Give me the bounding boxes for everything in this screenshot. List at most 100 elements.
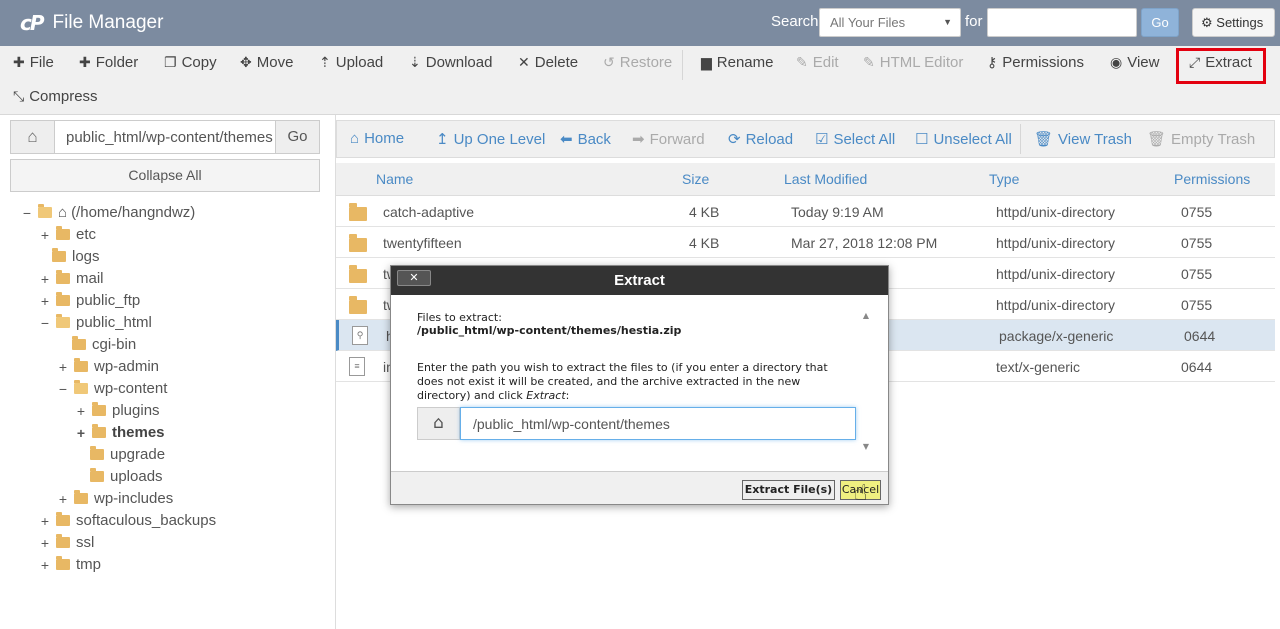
tree-item[interactable]: + public_ftp [40, 292, 140, 309]
delete-button[interactable]: ✕ Delete [518, 54, 578, 71]
empty-trash-button[interactable]: 🗑 Empty Trash [1147, 130, 1255, 148]
key-icon: ⚷ [987, 54, 998, 70]
expand-icon[interactable]: + [40, 227, 50, 243]
move-icon: ✥ [240, 54, 252, 70]
select-all-label: Select All [833, 131, 896, 148]
compress-button[interactable]: ⤡ Compress [13, 88, 98, 105]
extract-dialog: Extract ✕ Files to extract: /public_html… [390, 265, 889, 505]
brand[interactable]: cP File Manager [20, 11, 163, 35]
extract-files-button[interactable]: Extract File(s) [742, 480, 835, 500]
scroll-up-icon[interactable]: ▲ [860, 311, 872, 320]
column-last-modified[interactable]: Last Modified [784, 171, 867, 187]
home-icon: ⌂ [417, 407, 460, 440]
restore-button[interactable]: ↺ Restore [603, 54, 672, 71]
folder-icon [56, 512, 70, 526]
tree-item-label: public_ftp [76, 292, 141, 309]
tree-item[interactable]: uploads [90, 468, 163, 485]
path-input[interactable]: public_html/wp-content/themes [66, 129, 276, 146]
expand-icon[interactable]: + [58, 359, 68, 375]
expand-icon[interactable]: + [40, 293, 50, 309]
expand-icon[interactable]: + [76, 403, 86, 419]
copy-button[interactable]: ❐ Copy [164, 54, 217, 71]
scroll-down-icon[interactable]: ▼ [860, 442, 872, 451]
search-go-button[interactable]: Go [1141, 8, 1179, 37]
download-button[interactable]: ⇣ Download [409, 54, 492, 71]
tree-item[interactable]: − ⌂ (/home/hangndwz) [22, 204, 195, 221]
expand-icon[interactable]: + [40, 535, 50, 551]
table-row[interactable]: twentyfifteen 4 KB Mar 27, 2018 12:08 PM ht… [336, 227, 1275, 258]
new-folder-button[interactable]: ✚ Folder [79, 54, 138, 71]
home-icon[interactable]: ⌂ [11, 121, 55, 153]
dialog-close-button[interactable]: ✕ [397, 270, 431, 286]
collapse-icon[interactable]: − [22, 205, 32, 221]
cell-perms: 0755 [1181, 204, 1213, 220]
move-button[interactable]: ✥ Move [240, 54, 293, 71]
expand-icon[interactable]: + [76, 425, 86, 441]
tree-item[interactable]: + wp-admin [58, 358, 159, 375]
tree-item[interactable]: logs [52, 248, 100, 265]
collapse-icon[interactable]: − [58, 381, 68, 397]
expand-icon[interactable]: + [58, 491, 68, 507]
back-button[interactable]: ⬅ Back [560, 130, 611, 148]
tree-item[interactable]: + tmp [40, 556, 101, 573]
upload-button[interactable]: ⇡ Upload [319, 54, 383, 71]
compress-label: Compress [29, 88, 98, 105]
forward-label: Forward [649, 131, 705, 148]
expand-icon[interactable]: + [40, 271, 50, 287]
tree-item[interactable]: upgrade [90, 446, 165, 463]
table-row[interactable]: catch-adaptive 4 KB Today 9:19 AM httpd/uni… [336, 196, 1275, 227]
expand-icon[interactable]: + [40, 557, 50, 573]
edit-button[interactable]: ✎ Edit [796, 54, 839, 71]
trash-icon: 🗑 [1034, 131, 1054, 148]
collapse-icon[interactable]: − [40, 315, 50, 331]
column-name[interactable]: Name [376, 171, 413, 187]
view-trash-button[interactable]: 🗑 View Trash [1034, 130, 1132, 148]
collapse-all-button[interactable]: Collapse All [10, 159, 320, 192]
tree-item[interactable]: − public_html [40, 314, 152, 331]
select-all-button[interactable]: ☑ Select All [815, 130, 895, 148]
tree-item[interactable]: + wp-includes [58, 490, 173, 507]
folder-icon [92, 402, 106, 416]
toolbar: ✚ File ✚ Folder ❐ Copy ✥ Move ⇡ Upload ⇣ Downl… [0, 46, 1280, 115]
chevron-down-icon: ▼ [943, 17, 952, 27]
folder-icon [92, 424, 106, 438]
empty-trash-label: Empty Trash [1171, 131, 1256, 148]
view-button[interactable]: ◉ View [1110, 54, 1159, 71]
html-editor-button[interactable]: ✎ HTML Editor [863, 54, 963, 71]
expand-icon[interactable]: + [40, 513, 50, 529]
tree-item[interactable]: + ssl [40, 534, 94, 551]
plus-icon: ✚ [79, 54, 91, 70]
column-type[interactable]: Type [989, 171, 1019, 187]
tree-item[interactable]: + mail [40, 270, 104, 287]
folder-open-icon [56, 314, 70, 328]
tree-item[interactable]: + plugins [76, 402, 160, 419]
nav-home-button[interactable]: ⌂ Home [350, 130, 404, 147]
tree-item[interactable]: − wp-content [58, 380, 167, 397]
permissions-button[interactable]: ⚷ Permissions [987, 54, 1084, 71]
tree-item[interactable]: + softaculous_backups [40, 512, 216, 529]
rename-button[interactable]: ▆ Rename [701, 54, 773, 71]
unselect-all-label: Unselect All [933, 131, 1012, 148]
folder-icon [349, 265, 367, 283]
up-one-level-button[interactable]: ↥ Up One Level [436, 130, 545, 148]
extract-path-input[interactable] [460, 407, 856, 440]
dialog-scrollbar[interactable]: ▲ ▼ [860, 311, 872, 451]
forward-button[interactable]: ➡ Forward [632, 130, 705, 148]
tree-item[interactable]: + etc [40, 226, 96, 243]
path-go-button[interactable]: Go [275, 121, 319, 153]
column-permissions[interactable]: Permissions [1174, 171, 1250, 187]
settings-button[interactable]: ⚙ Settings [1192, 8, 1275, 37]
dialog-body: Files to extract: /public_html/wp-conten… [391, 295, 888, 471]
reload-button[interactable]: ⟳ Reload [728, 130, 793, 148]
search-label: Search [771, 13, 819, 30]
folder-icon [90, 446, 104, 460]
unselect-all-button[interactable]: ☐ Unselect All [915, 130, 1012, 148]
search-input[interactable] [987, 8, 1137, 37]
pencil-icon: ✎ [796, 54, 808, 70]
column-size[interactable]: Size [682, 171, 709, 187]
hand-cursor-icon: ☝ [854, 480, 868, 505]
tree-item[interactable]: cgi-bin [72, 336, 136, 353]
search-scope-select[interactable]: All Your Files ▼ [819, 8, 961, 37]
new-file-button[interactable]: ✚ File [13, 54, 54, 71]
tree-item[interactable]: + themes [76, 424, 165, 441]
